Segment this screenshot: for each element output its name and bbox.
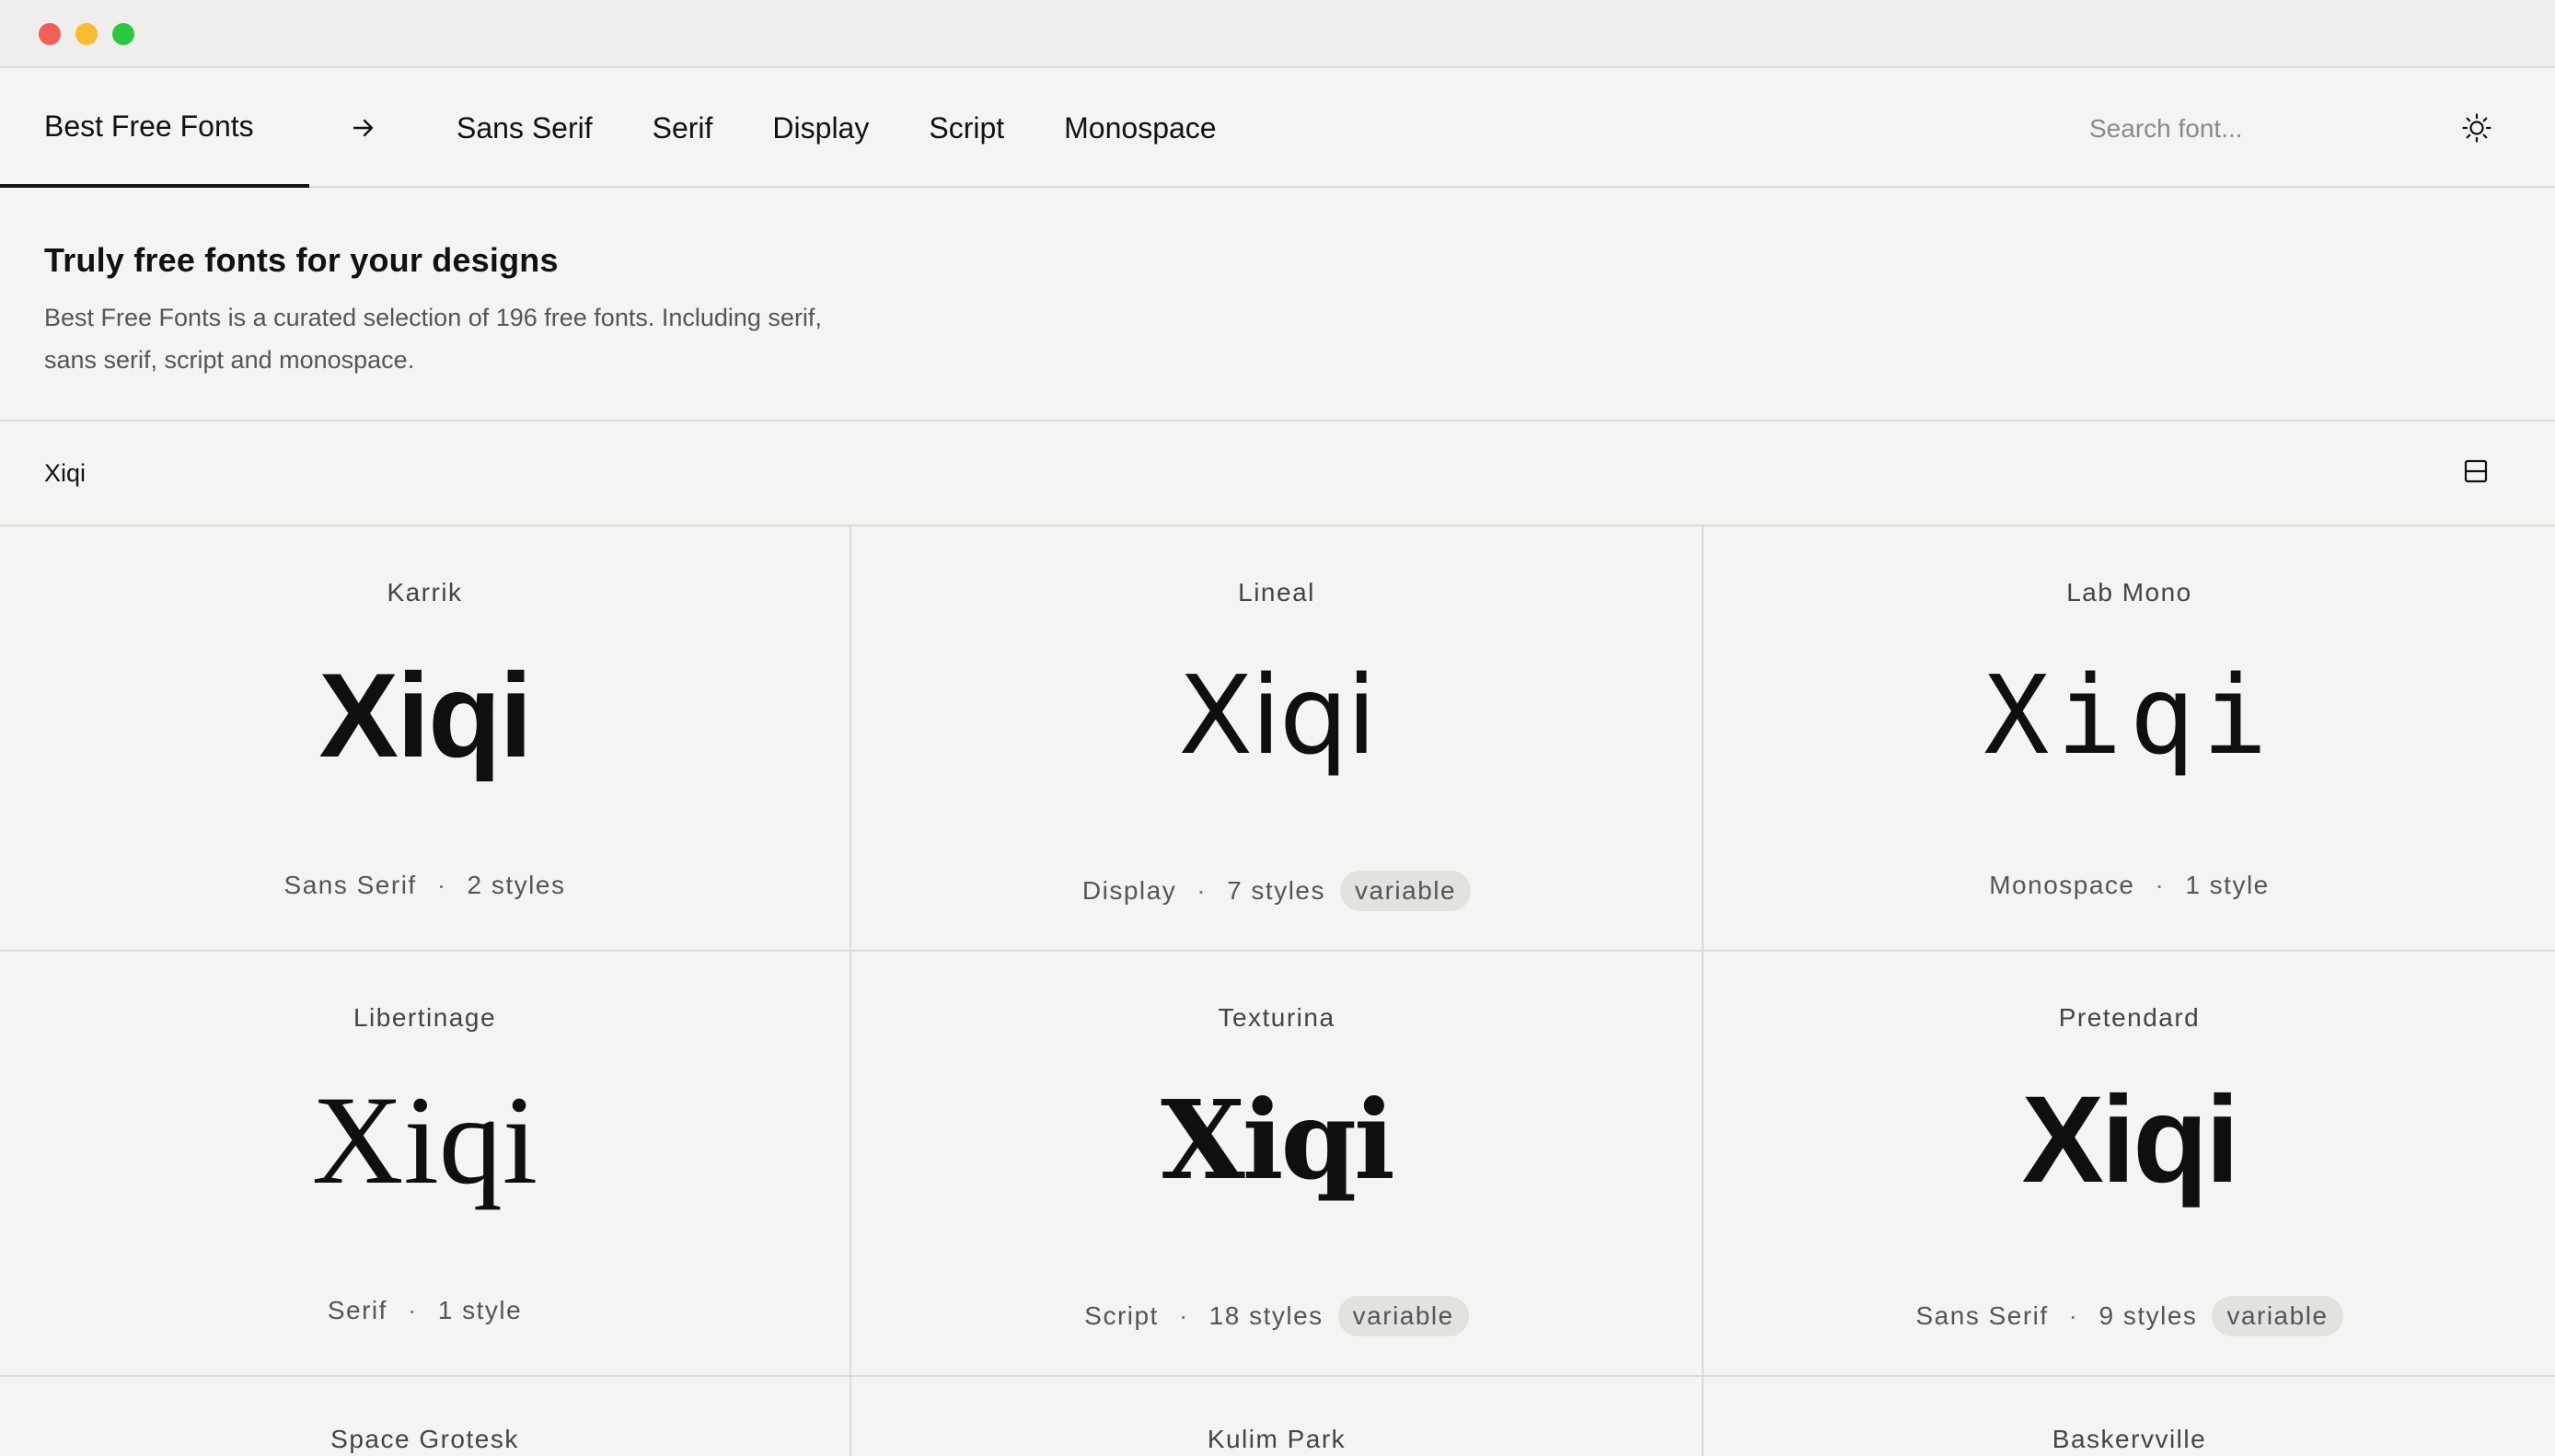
- font-name: Pretendard: [2058, 1003, 2201, 1032]
- font-card-lab-mono[interactable]: Lab Mono Xiqi Monospace · 1 style: [1704, 526, 2555, 952]
- meta-separator: ·: [2068, 1301, 2079, 1330]
- font-card-lineal[interactable]: Lineal Xiqi Display · 7 styles variable: [851, 526, 1704, 952]
- variable-badge: variable: [1337, 1296, 1469, 1336]
- font-meta: Display · 7 styles variable: [851, 871, 1702, 911]
- font-card-pretendard[interactable]: Pretendard Xiqi Sans Serif · 9 styles va…: [1704, 952, 2555, 1377]
- font-card-space-grotesk[interactable]: Space Grotesk: [0, 1377, 851, 1456]
- nav-link-serif[interactable]: Serif: [653, 111, 713, 145]
- font-sample: Xiqi: [318, 648, 532, 782]
- font-name: Texturina: [1218, 1003, 1335, 1032]
- close-window-button[interactable]: [39, 23, 61, 45]
- maximize-window-button[interactable]: [112, 23, 134, 45]
- sun-icon[interactable]: [2461, 112, 2492, 144]
- window-titlebar: [0, 0, 2555, 68]
- nav-link-monospace[interactable]: Monospace: [1064, 111, 1216, 145]
- brand-tab[interactable]: Best Free Fonts: [0, 68, 309, 188]
- font-styles-count: 9 styles: [2098, 1301, 2198, 1330]
- font-styles-count: 18 styles: [1208, 1301, 1324, 1330]
- font-styles-count: 1 style: [2185, 871, 2270, 899]
- font-meta: Script · 18 styles variable: [851, 1296, 1702, 1336]
- minimize-window-button[interactable]: [75, 23, 98, 45]
- nav-link-display[interactable]: Display: [772, 111, 869, 145]
- preview-text-bar: [0, 422, 2555, 526]
- page-title: Truly free fonts for your designs: [44, 241, 559, 279]
- variable-badge: variable: [1340, 871, 1472, 911]
- font-category: Monospace: [1989, 871, 2135, 899]
- font-name: Baskervville: [2052, 1425, 2207, 1453]
- font-name: Kulim Park: [1207, 1425, 1347, 1453]
- font-name: Space Grotesk: [330, 1425, 519, 1453]
- font-sample: Xiqi: [311, 1069, 538, 1210]
- arrow-right-icon[interactable]: [350, 114, 377, 142]
- font-name: Lineal: [1238, 578, 1315, 607]
- nav-link-script[interactable]: Script: [929, 111, 1004, 145]
- meta-separator: ·: [407, 1296, 418, 1324]
- font-name: Lab Mono: [2066, 578, 2192, 607]
- font-card-kulim-park[interactable]: Kulim Park: [851, 1377, 1704, 1456]
- preview-text-input[interactable]: [44, 453, 965, 493]
- font-grid: Karrik Xiqi Sans Serif · 2 styles Lineal…: [0, 526, 2555, 1456]
- font-category: Display: [1081, 876, 1177, 905]
- font-card-karrik[interactable]: Karrik Xiqi Sans Serif · 2 styles: [0, 526, 851, 952]
- font-meta: Sans Serif · 2 styles: [0, 871, 850, 900]
- font-styles-count: 2 styles: [467, 871, 566, 899]
- search-input[interactable]: [2089, 109, 2393, 149]
- variable-badge: variable: [2212, 1296, 2343, 1336]
- font-category: Sans Serif: [1915, 1301, 2049, 1330]
- font-card-texturina[interactable]: Texturina Xiqi Script · 18 styles variab…: [851, 952, 1704, 1377]
- font-category: Sans Serif: [283, 871, 417, 899]
- layout-toggle-icon[interactable]: [2463, 458, 2489, 484]
- font-styles-count: 1 style: [437, 1296, 523, 1324]
- font-card-libertinage[interactable]: Libertinage Xiqi Serif · 1 style: [0, 952, 851, 1377]
- font-sample: Xiqi: [2021, 1071, 2240, 1208]
- nav-link-sans-serif[interactable]: Sans Serif: [457, 111, 593, 145]
- font-meta: Monospace · 1 style: [1704, 871, 2555, 900]
- font-name: Karrik: [387, 578, 463, 607]
- font-meta: Sans Serif · 9 styles variable: [1704, 1296, 2555, 1336]
- font-name: Libertinage: [353, 1003, 497, 1032]
- top-navigation: Best Free Fonts Sans Serif Serif Display…: [0, 68, 2555, 188]
- font-card-baskervville[interactable]: Baskervville: [1704, 1377, 2555, 1456]
- meta-separator: ·: [1197, 876, 1208, 905]
- meta-separator: ·: [2155, 871, 2166, 899]
- font-meta: Serif · 1 style: [0, 1296, 850, 1325]
- page-description: Best Free Fonts is a curated selection o…: [44, 304, 822, 374]
- font-category: Serif: [327, 1296, 387, 1324]
- font-sample: Xiqi: [1178, 652, 1376, 779]
- font-sample: Xiqi: [1983, 652, 2275, 779]
- font-styles-count: 7 styles: [1227, 876, 1325, 905]
- meta-separator: ·: [436, 871, 447, 899]
- font-sample: Xiqi: [1161, 1076, 1395, 1204]
- font-category: Script: [1084, 1301, 1159, 1330]
- meta-separator: ·: [1178, 1301, 1189, 1330]
- intro-section: Truly free fonts for your designs Best F…: [0, 188, 2555, 422]
- category-links: Sans Serif Serif Display Script Monospac…: [457, 68, 1277, 188]
